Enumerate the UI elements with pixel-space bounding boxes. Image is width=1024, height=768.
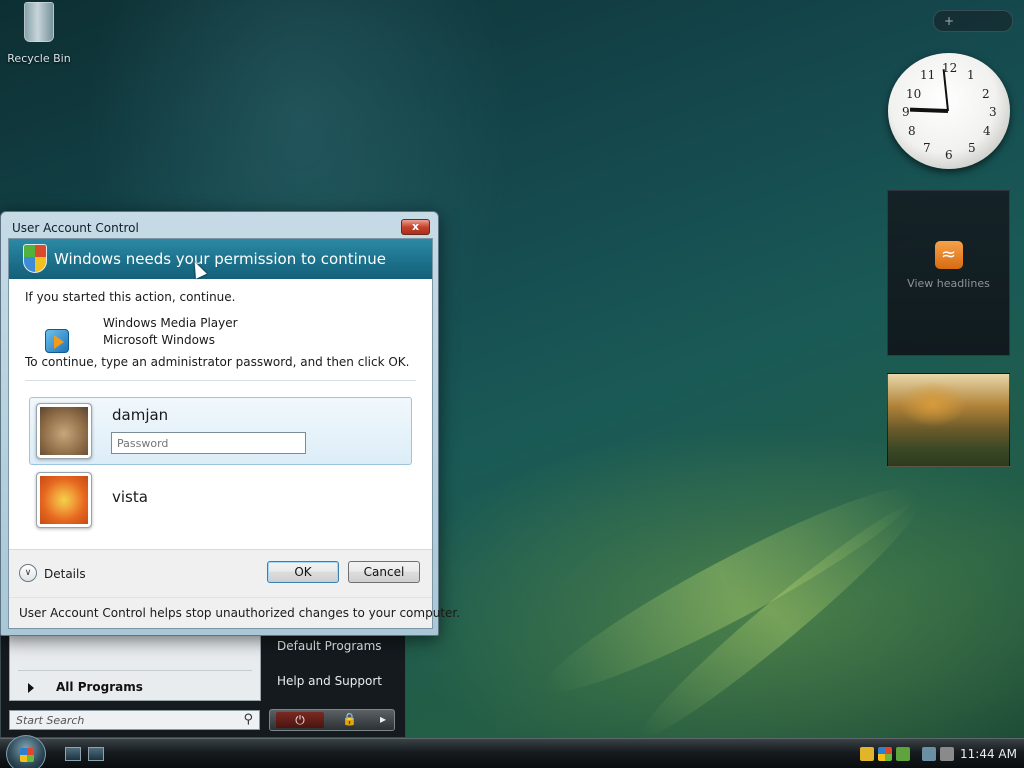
arrow-right-icon [28, 682, 34, 693]
start-search-placeholder: Start Search [16, 714, 85, 727]
add-gadget-icon[interactable]: + [944, 14, 954, 28]
instruction-text: To continue, type an administrator passw… [25, 355, 410, 369]
all-programs-label: All Programs [56, 680, 143, 694]
security-shield-icon[interactable] [860, 747, 874, 761]
user-avatar-flower[interactable] [36, 472, 92, 528]
start-link-default-programs[interactable]: Default Programs [277, 639, 382, 653]
feed-label: View headlines [907, 277, 990, 290]
uac-shield-icon [23, 244, 47, 273]
power-controls: ⏻ 🔒 ▸ [269, 709, 395, 731]
gadget-toolbar[interactable]: + [933, 10, 1013, 32]
banner-text: Windows needs your permission to continu… [54, 250, 387, 268]
clock-minute-hand [942, 69, 949, 112]
password-field[interactable] [111, 432, 306, 454]
intro-text: If you started this action, continue. [25, 290, 236, 304]
clock-number: 1 [967, 68, 975, 82]
clock-gadget[interactable]: 12 1 2 3 4 5 6 7 8 9 10 11 [888, 53, 1010, 169]
divider [25, 380, 416, 381]
start-button[interactable] [6, 735, 46, 768]
chevron-down-icon[interactable]: ∨ [19, 564, 37, 582]
feed-headlines-gadget[interactable]: ≈ View headlines [887, 190, 1010, 356]
search-icon[interactable]: ⚲ [243, 712, 253, 727]
start-link-help-and-support[interactable]: Help and Support [277, 674, 382, 688]
user-name-vista[interactable]: vista [112, 488, 148, 506]
program-name: Windows Media Player [103, 316, 238, 330]
footer-note: User Account Control helps stop unauthor… [19, 606, 461, 620]
dialog-title: User Account Control [12, 221, 139, 235]
update-icon[interactable] [896, 747, 910, 761]
clock-number: 7 [923, 141, 931, 155]
start-search-input[interactable]: Start Search ⚲ [9, 710, 260, 730]
switch-windows-icon[interactable] [88, 747, 104, 761]
clock-number: 11 [920, 68, 936, 82]
user-tile-damjan[interactable]: damjan [29, 397, 412, 465]
recycle-bin-icon [24, 2, 54, 42]
permission-banner: Windows needs your permission to continu… [9, 239, 432, 279]
windows-media-player-icon [45, 329, 69, 353]
clock-number: 2 [982, 87, 990, 101]
start-menu: All Programs Start Search ⚲ Default Prog… [0, 620, 406, 738]
dialog-footer: User Account Control helps stop unauthor… [9, 597, 460, 628]
lock-icon[interactable]: 🔒 [342, 712, 357, 726]
rss-icon: ≈ [934, 241, 963, 269]
clock-number: 6 [945, 148, 953, 162]
clock-number: 9 [902, 105, 910, 119]
close-button[interactable]: x [401, 219, 430, 235]
clock-number: 5 [968, 141, 976, 155]
program-publisher: Microsoft Windows [103, 333, 215, 347]
network-icon[interactable] [922, 747, 936, 761]
user-avatar-cat [36, 403, 92, 459]
dialog-content: Windows needs your permission to continu… [8, 238, 460, 629]
taskbar: 11:44 AM [0, 735, 1024, 768]
recycle-bin-label: Recycle Bin [7, 52, 71, 65]
windows-logo-icon [20, 748, 34, 762]
volume-muted-icon[interactable] [940, 747, 954, 761]
clock-number: 8 [908, 124, 916, 138]
start-menu-separator [18, 670, 252, 671]
all-programs[interactable]: All Programs [28, 680, 143, 694]
clock-number: 3 [989, 105, 997, 119]
slideshow-gadget[interactable] [887, 373, 1010, 467]
ok-button[interactable]: OK [267, 561, 339, 583]
cancel-button[interactable]: Cancel [348, 561, 420, 583]
clock-number: 4 [983, 124, 991, 138]
clock-time[interactable]: 11:44 AM [960, 747, 1017, 761]
uac-dialog: User Account Control x Windows needs you… [0, 211, 460, 636]
user-name: damjan [112, 406, 169, 424]
chevron-right-icon[interactable]: ▸ [380, 712, 386, 726]
recycle-bin[interactable]: Recycle Bin [6, 2, 72, 65]
dialog-button-bar: ∨ Details OK Cancel [9, 549, 432, 597]
power-icon[interactable]: ⏻ [276, 712, 324, 728]
clock-hour-hand [909, 107, 949, 113]
clock-number: 10 [906, 87, 922, 101]
details-toggle[interactable]: Details [44, 567, 86, 581]
show-desktop-icon[interactable] [65, 747, 81, 761]
windows-flag-icon[interactable] [878, 747, 892, 761]
